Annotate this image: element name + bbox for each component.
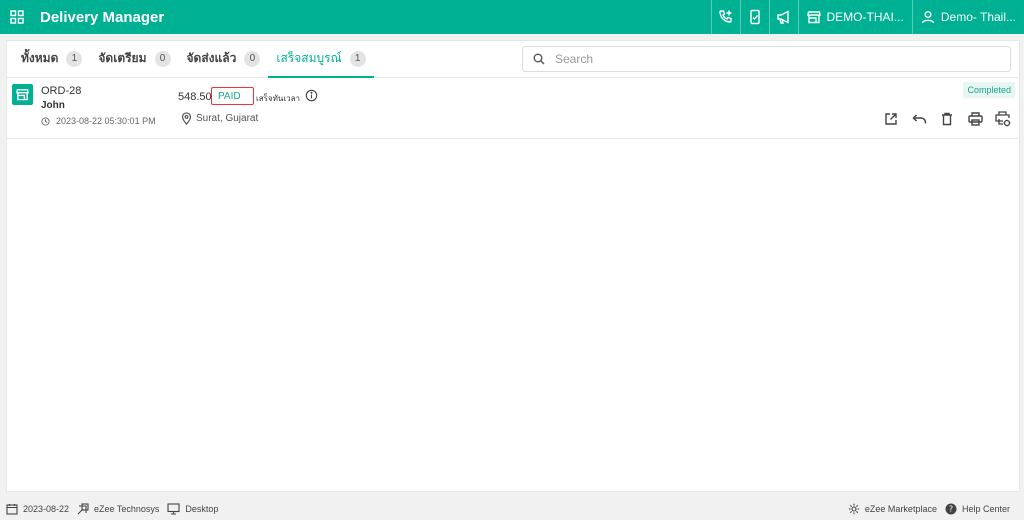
open-external-button[interactable] [883,111,899,127]
timestamp-text: 2023-08-22 05:30:01 PM [56,116,156,126]
customer-name: John [41,100,65,111]
trash-icon [942,112,952,126]
footer-device: Desktop [167,503,218,515]
location-text: Surat, Gujarat [196,113,259,124]
tab-completed[interactable]: เสร็จสมบูรณ์ 1 [268,40,375,78]
help-icon: ? [945,503,957,515]
tab-label: จัดเตรียม [98,51,147,65]
calendar-icon [6,504,18,515]
order-location: Surat, Gujarat [181,112,258,125]
call-add-button[interactable] [710,0,740,34]
desktop-icon [167,503,180,515]
orders-panel: ทั้งหมด 1 จัดเตรียม 0 จัดส่งแล้ว 0 เสร็จ… [6,40,1020,492]
order-actions [883,111,1011,127]
printer-settings-icon [995,111,1011,127]
tab-count: 1 [349,50,366,67]
phone-add-icon [718,10,732,23]
search-box [522,46,1011,72]
store-icon [806,11,821,24]
search-input[interactable] [555,52,1010,66]
printer-icon [967,112,983,126]
user-name: Demo- Thail... [940,10,1016,24]
tab-label: จัดส่งแล้ว [186,51,237,65]
order-id[interactable]: ORD-28 [41,85,81,97]
search-icon [533,53,545,65]
user-icon [921,11,935,24]
store-selector[interactable]: DEMO-THAI... [797,0,912,34]
footer-date-text: 2023-08-22 [23,504,70,514]
open-external-icon [885,113,897,125]
location-pin-icon [181,112,192,125]
print-settings-button[interactable] [995,111,1011,127]
svg-text:?: ? [949,505,953,514]
top-bar: Delivery Manager DEMO-THAI... Demo- Thai… [0,0,1024,34]
store-name: DEMO-THAI... [826,10,904,24]
store-badge [12,84,33,105]
order-tabs: ทั้งหมด 1 จัดเตรียม 0 จัดส่งแล้ว 0 เสร็จ… [7,41,1019,78]
undo-icon [911,114,926,124]
help-center-text: Help Center [961,504,1010,514]
tab-count: 0 [244,50,261,67]
apps-grid-icon[interactable] [0,0,34,34]
tab-shipped[interactable]: จัดส่งแล้ว 0 [179,40,269,77]
mobile-order-button[interactable] [739,0,769,34]
mobile-icon [749,9,760,25]
footer-bar: 2023-08-22 eZee Technosys Desktop eZee M… [0,498,1024,520]
delivery-note: เสร็จทันเวลา [256,94,300,103]
tab-count: 0 [154,50,171,67]
store-icon [16,89,29,101]
help-center-link[interactable]: ? Help Center [945,503,1010,515]
app-title: Delivery Manager [40,8,165,26]
tab-preparing[interactable]: จัดเตรียม 0 [90,40,178,77]
footer-device-text: Desktop [185,504,219,514]
order-amount: 548.50 [178,91,212,103]
payment-status-badge: PAID [211,87,254,105]
info-icon[interactable] [305,89,318,107]
footer-company: eZee Technosys [77,503,159,515]
clock-icon [41,116,50,126]
tab-label: ทั้งหมด [21,51,59,65]
tab-label: เสร็จสมบูรณ์ [276,51,342,65]
announcement-button[interactable] [768,0,798,34]
delete-button[interactable] [939,111,955,127]
megaphone-icon [776,10,789,24]
tab-all[interactable]: ทั้งหมด 1 [13,40,90,77]
order-status-badge: Completed [963,82,1015,98]
print-button[interactable] [967,111,983,127]
gear-icon [848,503,860,515]
tab-count: 1 [66,50,83,67]
order-timestamp: 2023-08-22 05:30:01 PM [41,116,156,126]
undo-button[interactable] [911,111,927,127]
marketplace-link[interactable]: eZee Marketplace [848,503,937,515]
footer-date: 2023-08-22 [6,503,69,515]
marketplace-text: eZee Marketplace [864,504,937,514]
footer-company-text: eZee Technosys [94,504,160,514]
order-row[interactable]: ORD-28 John 2023-08-22 05:30:01 PM 548.5… [7,78,1019,139]
user-menu[interactable]: Demo- Thail... [911,0,1024,34]
company-logo-icon [77,503,89,515]
